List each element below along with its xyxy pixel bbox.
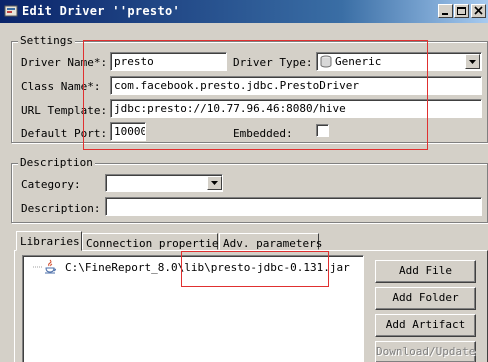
close-button[interactable] bbox=[471, 4, 486, 18]
chevron-down-icon bbox=[469, 60, 476, 64]
description-legend: Description bbox=[18, 156, 95, 169]
settings-legend: Settings bbox=[18, 34, 75, 47]
description-input[interactable] bbox=[105, 197, 482, 216]
add-file-button[interactable]: Add File bbox=[375, 260, 476, 283]
category-select[interactable] bbox=[105, 174, 223, 192]
add-artifact-button[interactable]: Add Artifact bbox=[375, 314, 476, 337]
tab-connection-properties[interactable]: Connection properties bbox=[82, 233, 225, 250]
tab-libraries[interactable]: Libraries bbox=[16, 231, 82, 251]
driver-type-dropdown-button[interactable] bbox=[465, 54, 480, 69]
java-icon bbox=[45, 259, 56, 274]
maximize-icon bbox=[457, 7, 466, 15]
highlight-box bbox=[83, 40, 428, 150]
category-label: Category: bbox=[21, 178, 81, 191]
close-icon bbox=[474, 6, 483, 15]
download-update-button[interactable]: Download/Update bbox=[375, 341, 476, 362]
description-label: Description: bbox=[21, 202, 101, 215]
tab-adv-parameters[interactable]: Adv. parameters bbox=[219, 233, 322, 250]
add-folder-button[interactable]: Add Folder bbox=[375, 287, 476, 310]
window-title: Edit Driver ''presto' bbox=[22, 4, 181, 18]
minimize-button[interactable] bbox=[438, 4, 453, 18]
minimize-icon bbox=[442, 13, 448, 15]
app-icon bbox=[4, 5, 18, 17]
maximize-button[interactable] bbox=[454, 4, 469, 18]
chevron-down-icon bbox=[211, 181, 218, 185]
category-dropdown-button[interactable] bbox=[207, 176, 222, 190]
highlight-box-library bbox=[181, 251, 329, 287]
